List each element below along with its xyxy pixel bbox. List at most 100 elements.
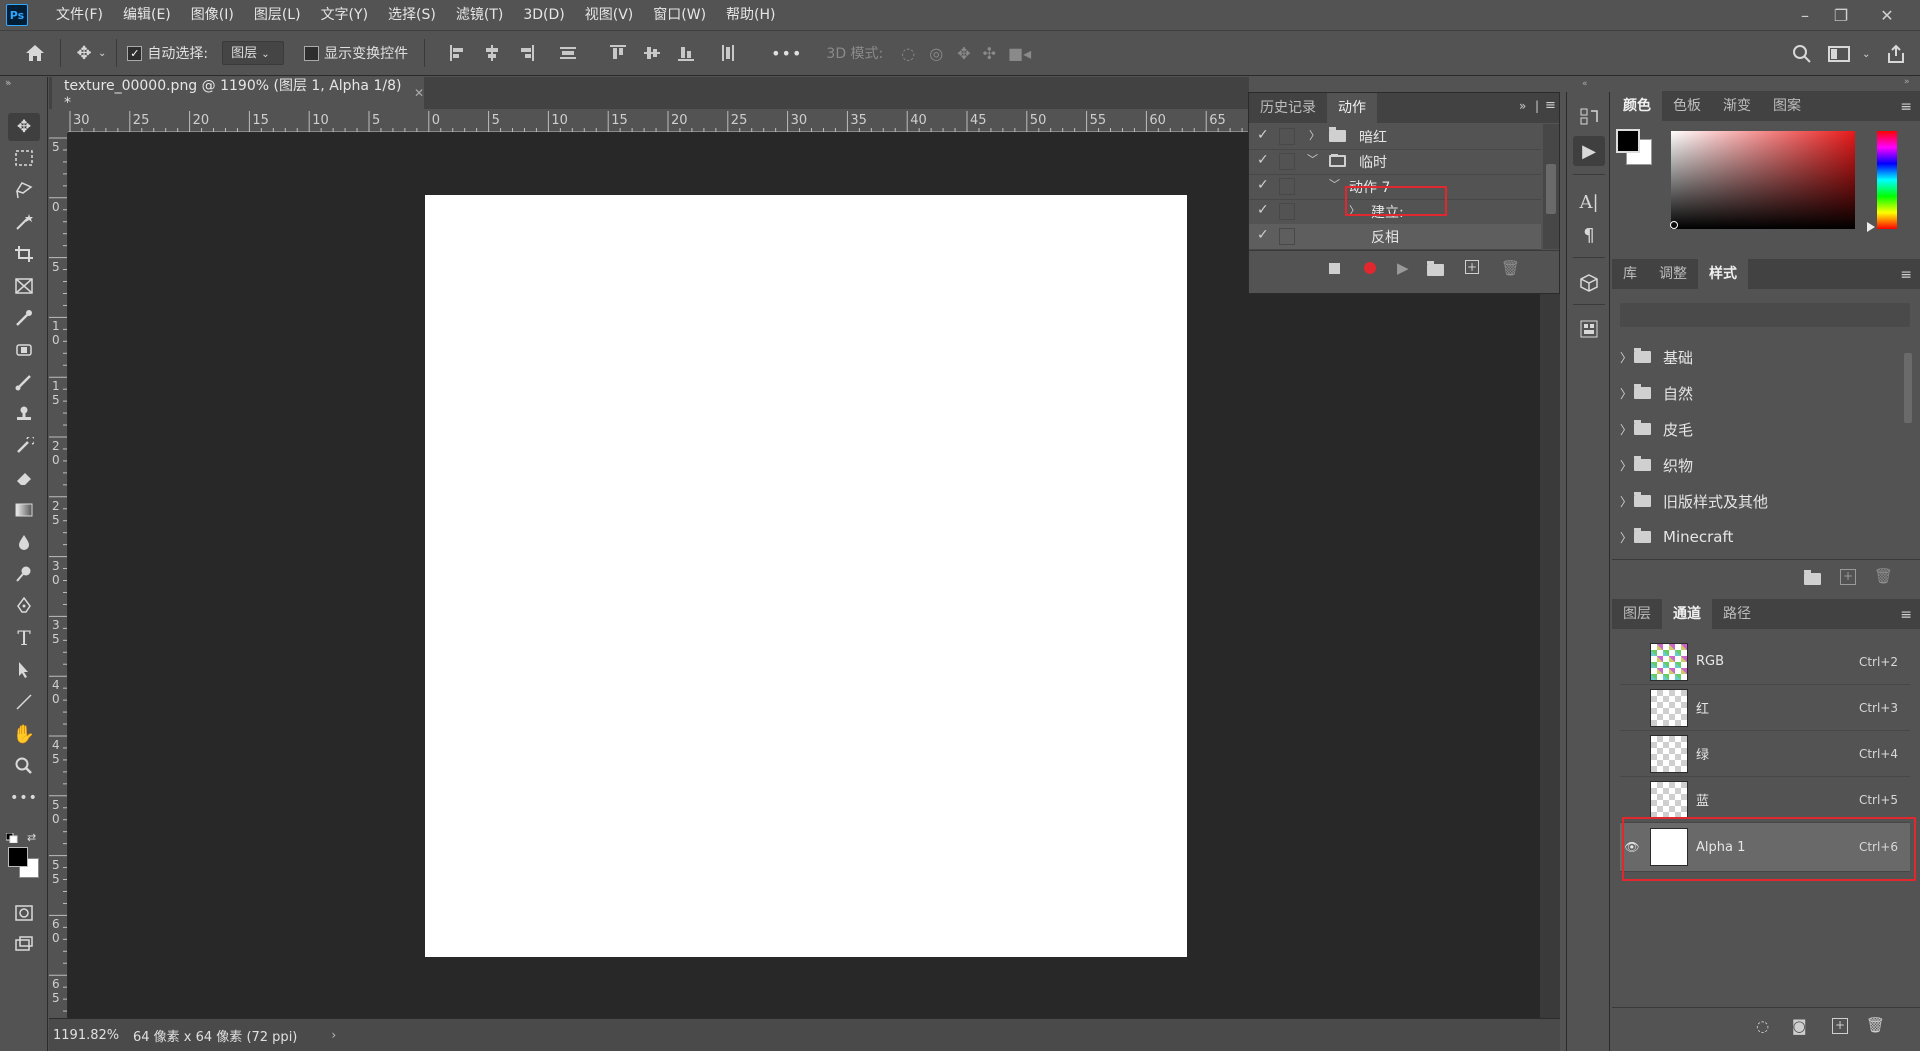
dialog-toggle-box[interactable] [1279, 153, 1295, 170]
share-icon[interactable] [1886, 39, 1906, 69]
screen-mode-icon[interactable] [8, 930, 40, 958]
tab-gradients[interactable]: 渐变 [1712, 91, 1762, 121]
gradient-tool-icon[interactable] [8, 496, 40, 524]
tab-history[interactable]: 历史记录 [1249, 93, 1327, 123]
swap-colors-icon[interactable]: ⇄ [27, 831, 36, 844]
color-saturation-field[interactable] [1671, 131, 1855, 229]
visibility-toggle[interactable] [1624, 654, 1640, 670]
distribute-horizontal-icon[interactable] [717, 42, 739, 64]
edit-toolbar-icon[interactable]: ••• [8, 784, 40, 812]
default-colors-icon[interactable] [5, 831, 20, 844]
horizontal-ruler[interactable]: 30 25 20 15 10 5 0 5 10 15 20 25 30 35 40 45 50 55 60 65 [68, 111, 1251, 133]
dialog-toggle-box[interactable] [1279, 128, 1295, 145]
expand-chevron-icon[interactable]: 〉 [1620, 421, 1634, 438]
toggle-item-check-icon[interactable]: ✓ [1257, 152, 1269, 168]
record-icon[interactable] [1364, 262, 1376, 274]
foreground-color-swatch[interactable] [8, 847, 28, 867]
tab-adjustments[interactable]: 调整 [1648, 259, 1698, 289]
expand-chevron-icon[interactable]: 〉 [1620, 457, 1634, 474]
pen-tool-icon[interactable] [8, 592, 40, 620]
move-tool-icon[interactable]: ✥ [73, 38, 95, 68]
collapse-chevron-icon[interactable]: ﹀ [1329, 176, 1340, 192]
workspace-icon[interactable] [1828, 39, 1850, 69]
paragraph-panel-icon[interactable]: ¶ [1573, 220, 1605, 250]
new-set-folder-icon[interactable] [1427, 261, 1444, 280]
path-selection-tool-icon[interactable] [8, 656, 40, 684]
styles-search-input[interactable] [1620, 303, 1910, 327]
3d-pan-icon[interactable]: ✥ [957, 38, 970, 68]
panel-menu-icon[interactable]: ≡ [1900, 99, 1912, 115]
style-group-fabric[interactable]: 〉 织物 [1620, 447, 1900, 483]
vertical-ruler[interactable]: 5 0 5 1 0 1 5 2 0 2 5 3 0 3 5 4 0 4 5 5 0 5 5 6 0 6 5 [49, 133, 68, 1018]
dialog-toggle-box[interactable] [1279, 203, 1295, 220]
color-picker-cursor[interactable] [1670, 221, 1678, 229]
move-tool-icon[interactable]: ✥ [8, 113, 40, 141]
clone-stamp-tool-icon[interactable] [8, 400, 40, 428]
ruler-origin[interactable] [49, 111, 68, 133]
properties-panel-icon[interactable] [1573, 314, 1605, 344]
dialog-toggle-box[interactable] [1279, 228, 1295, 245]
delete-trash-icon[interactable]: 🗑 [1866, 1016, 1885, 1034]
3d-orbit-icon[interactable]: ◌ [901, 38, 915, 68]
distribute-vertical-icon[interactable] [557, 42, 579, 64]
lasso-tool-icon[interactable] [8, 176, 40, 204]
hue-slider-handle-icon[interactable] [1867, 222, 1875, 232]
style-group-legacy[interactable]: 〉 旧版样式及其他 [1620, 483, 1900, 519]
eyedropper-tool-icon[interactable] [8, 304, 40, 332]
scrollbar-thumb[interactable] [1546, 164, 1556, 214]
menu-edit[interactable]: 编辑(E) [113, 0, 181, 30]
zoom-tool-icon[interactable] [8, 752, 40, 780]
document-canvas[interactable] [425, 195, 1187, 957]
menu-view[interactable]: 视图(V) [575, 0, 644, 30]
visibility-toggle[interactable] [1624, 792, 1640, 808]
close-window-icon[interactable]: ✕ [1868, 0, 1906, 30]
status-more-chevron-icon[interactable]: › [331, 1028, 336, 1042]
new-style-group-folder-icon[interactable] [1804, 570, 1821, 589]
3d-slide-icon[interactable]: ✣ [983, 38, 996, 68]
visibility-toggle[interactable] [1624, 700, 1640, 716]
delete-trash-icon[interactable]: 🗑 [1501, 259, 1520, 277]
tool-preset-chevron-icon[interactable]: ⌄ [98, 38, 106, 68]
channel-row-green[interactable]: 绿 Ctrl+4 [1620, 731, 1910, 777]
align-top-icon[interactable] [607, 42, 629, 64]
new-action-icon[interactable]: + [1465, 260, 1479, 274]
hue-slider[interactable] [1877, 131, 1897, 229]
character-panel-icon[interactable]: A| [1573, 187, 1605, 217]
expand-chevron-icon[interactable]: 〉 [1620, 349, 1634, 366]
menu-file[interactable]: 文件(F) [46, 0, 113, 30]
quick-mask-icon[interactable] [8, 899, 40, 927]
3d-panel-icon[interactable] [1573, 268, 1605, 298]
toggle-item-check-icon[interactable]: ✓ [1257, 202, 1269, 218]
action-row-step-invert[interactable]: ✓ 反相 [1249, 224, 1541, 250]
eraser-tool-icon[interactable] [8, 464, 40, 492]
tab-channels[interactable]: 通道 [1662, 599, 1712, 629]
zoom-level[interactable]: 1191.82% [53, 1028, 119, 1043]
play-icon[interactable]: ▶ [1397, 259, 1409, 277]
marquee-tool-icon[interactable] [8, 144, 40, 172]
3d-roll-icon[interactable]: ◎ [929, 38, 943, 68]
actions-panel-play-icon[interactable]: ▶ [1573, 136, 1605, 166]
align-right-icon[interactable] [515, 42, 537, 64]
collapse-chevron-icon[interactable]: ﹀ [1307, 151, 1318, 167]
channel-row-rgb[interactable]: RGB Ctrl+2 [1620, 639, 1910, 685]
actions-scrollbar[interactable] [1543, 124, 1559, 249]
dodge-tool-icon[interactable] [8, 560, 40, 588]
menu-filter[interactable]: 滤镜(T) [446, 0, 513, 30]
auto-select-dropdown[interactable]: 图层 ⌄ [222, 41, 285, 65]
restore-icon[interactable]: ❐ [1822, 0, 1860, 30]
align-bottom-icon[interactable] [675, 42, 697, 64]
menu-type[interactable]: 文字(Y) [311, 0, 378, 30]
menu-layer[interactable]: 图层(L) [244, 0, 311, 30]
close-tab-icon[interactable]: ✕ [414, 86, 424, 100]
visibility-toggle[interactable] [1624, 746, 1640, 762]
hand-tool-icon[interactable]: ✋ [8, 720, 40, 748]
crop-tool-icon[interactable] [8, 240, 40, 268]
minimize-icon[interactable]: – [1786, 0, 1824, 30]
frame-tool-icon[interactable] [8, 272, 40, 300]
dialog-toggle-box[interactable] [1279, 178, 1295, 195]
styles-scrollbar[interactable] [1902, 345, 1914, 545]
line-tool-icon[interactable] [8, 688, 40, 716]
load-channel-as-selection-icon[interactable]: ◌ [1756, 1017, 1769, 1035]
color-panel-foreground-swatch[interactable] [1616, 129, 1640, 153]
delete-trash-icon[interactable]: 🗑 [1874, 567, 1893, 585]
